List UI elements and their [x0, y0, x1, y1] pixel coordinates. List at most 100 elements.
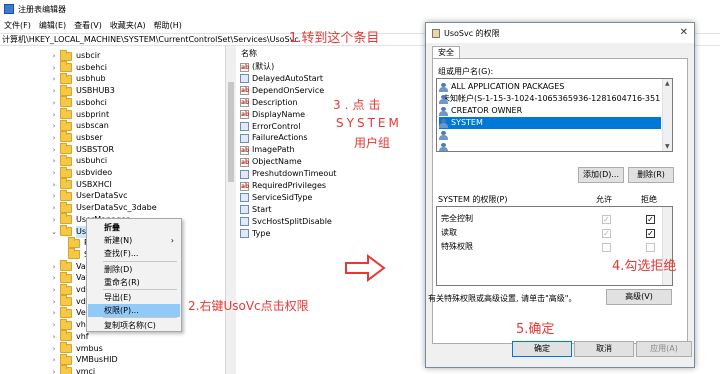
context-menu-item[interactable]: 查找(F)...: [88, 247, 180, 260]
chevron-icon[interactable]: ›: [50, 73, 58, 85]
user-list[interactable]: SYSTEM CREATOR OWNER 未知帐户(S-1-15-3-1024-10…: [436, 78, 673, 152]
chevron-icon[interactable]: ›: [50, 179, 58, 191]
deny-checkbox[interactable]: ✓: [646, 215, 655, 224]
apply-button[interactable]: 应用(A): [636, 341, 692, 357]
scroll-up-icon[interactable]: ▲: [665, 80, 670, 87]
tree-item[interactable]: › usbscan: [50, 119, 109, 132]
chevron-icon[interactable]: ›: [50, 307, 58, 319]
chevron-icon[interactable]: ›: [50, 272, 58, 284]
chevron-icon[interactable]: ›: [50, 62, 58, 74]
chevron-icon[interactable]: ›: [50, 85, 58, 97]
tree-item[interactable]: › usbser: [50, 131, 103, 144]
tree-item[interactable]: › usbohci: [50, 96, 107, 109]
tree-item[interactable]: › UserDataSvc: [50, 189, 128, 202]
value-row[interactable]: ErrorControl: [240, 121, 300, 133]
user-list-item[interactable]: 未知帐户(S-1-15-3-1024-1065365936-1281604716…: [439, 93, 661, 105]
value-row[interactable]: PreshutdownTimeout: [240, 168, 336, 180]
tree-item[interactable]: › USBSTOR: [50, 143, 114, 156]
tree-item[interactable]: S: [58, 248, 89, 261]
chevron-icon[interactable]: ›: [50, 50, 58, 62]
remove-button[interactable]: 删除(R): [628, 167, 674, 183]
context-menu-item[interactable]: 折叠: [88, 221, 180, 234]
context-menu-item[interactable]: 新建(N) ›: [88, 234, 180, 247]
value-row[interactable]: FailureActions: [240, 132, 308, 144]
tree-item[interactable]: › usbhub: [50, 72, 106, 85]
chevron-icon[interactable]: ›: [50, 97, 58, 109]
tree-item[interactable]: › USBHUB3: [50, 84, 115, 97]
menu-view[interactable]: 查看(V): [74, 20, 102, 31]
tree-item[interactable]: › vmci: [50, 365, 95, 374]
values-column-header[interactable]: 名称: [241, 48, 257, 59]
context-menu-item[interactable]: 重命名(R): [88, 276, 180, 289]
chevron-icon[interactable]: ›: [50, 132, 58, 144]
menu-edit[interactable]: 编辑(E): [39, 20, 66, 31]
tree-scrollbar[interactable]: [226, 46, 236, 374]
chevron-icon[interactable]: ›: [50, 261, 58, 273]
menu-file[interactable]: 文件(F): [4, 20, 31, 31]
deny-checkbox[interactable]: ✓: [646, 229, 655, 238]
user-list-scrollbar[interactable]: ▲ ▼: [662, 79, 672, 151]
scroll-down-icon[interactable]: ▼: [665, 143, 670, 150]
tree-item[interactable]: P: [58, 236, 89, 249]
tree-item[interactable]: › Vac: [50, 260, 90, 273]
chevron-icon[interactable]: ›: [50, 354, 58, 366]
chevron-icon[interactable]: ⌄: [50, 226, 58, 238]
tree-item[interactable]: › USBXHCI: [50, 178, 112, 191]
context-menu-item[interactable]: 权限(P)...: [88, 304, 180, 317]
allow-checkbox[interactable]: [602, 243, 611, 252]
value-row[interactable]: Start: [240, 204, 272, 216]
menu-favorites[interactable]: 收藏夹(A): [110, 20, 146, 31]
context-menu-item[interactable]: 导出(E): [88, 291, 180, 304]
chevron-icon[interactable]: ›: [50, 202, 58, 214]
chevron-icon[interactable]: ›: [50, 109, 58, 121]
value-row[interactable]: ab (默认): [240, 61, 274, 73]
user-list-item[interactable]: CREATOR OWNER: [439, 105, 661, 117]
tree-item[interactable]: › Vau: [50, 271, 91, 284]
tree-item[interactable]: › usbvideo: [50, 166, 112, 179]
value-row[interactable]: ab ObjectName: [240, 156, 302, 168]
tree-item[interactable]: › usbuhci: [50, 154, 107, 167]
tree-item[interactable]: › VMBusHID: [50, 353, 118, 366]
tree-item[interactable]: › vhf: [50, 330, 89, 343]
chevron-icon[interactable]: ›: [50, 155, 58, 167]
tree-item[interactable]: › vhd: [50, 318, 91, 331]
value-row[interactable]: DelayedAutoStart: [240, 73, 323, 85]
value-row[interactable]: ab RequiredPrivileges: [240, 180, 326, 192]
tree-item[interactable]: › vds: [50, 295, 90, 308]
ok-button[interactable]: 确定: [512, 341, 572, 357]
value-row[interactable]: ServiceSidType: [240, 192, 312, 204]
cancel-button[interactable]: 取消: [574, 341, 634, 357]
chevron-icon[interactable]: ›: [50, 343, 58, 355]
value-row[interactable]: SvcHostSplitDisable: [240, 216, 332, 228]
context-menu-item[interactable]: 删除(D): [88, 263, 180, 276]
value-row[interactable]: ab ImagePath: [240, 144, 295, 156]
value-row[interactable]: Type: [240, 228, 270, 240]
tree-item[interactable]: › vmbus: [50, 342, 103, 355]
user-list-item[interactable]: ALL APPLICATION PACKAGES: [439, 81, 661, 93]
allow-checkbox[interactable]: ✓: [602, 229, 611, 238]
chevron-icon[interactable]: ›: [50, 366, 58, 374]
tree-item[interactable]: › UserDataSvc_3dabe: [50, 201, 157, 214]
tree-item[interactable]: › usbprint: [50, 108, 109, 121]
user-list-item[interactable]: SYSTEM: [439, 117, 661, 129]
chevron-icon[interactable]: ›: [50, 120, 58, 132]
value-row[interactable]: ab DisplayName: [240, 109, 305, 121]
deny-checkbox[interactable]: [646, 243, 655, 252]
allow-checkbox[interactable]: ✓: [602, 215, 611, 224]
user-list-item[interactable]: [439, 129, 661, 141]
advanced-button[interactable]: 高级(V): [606, 289, 672, 305]
chevron-icon[interactable]: ›: [50, 284, 58, 296]
scrollbar-thumb[interactable]: [228, 82, 234, 182]
value-row[interactable]: ab DependOnService: [240, 85, 324, 97]
user-list-item[interactable]: [439, 141, 661, 151]
close-icon[interactable]: ✕: [680, 27, 688, 38]
chevron-icon[interactable]: ›: [50, 296, 58, 308]
chevron-icon[interactable]: ›: [50, 214, 58, 226]
menu-help[interactable]: 帮助(H): [154, 20, 182, 31]
chevron-icon[interactable]: ›: [50, 331, 58, 343]
tree-item[interactable]: › usbehci: [50, 61, 107, 74]
add-button[interactable]: 添加(D)...: [578, 167, 624, 183]
chevron-icon[interactable]: ›: [50, 167, 58, 179]
chevron-icon[interactable]: ›: [50, 190, 58, 202]
value-row[interactable]: ab Description: [240, 97, 298, 109]
